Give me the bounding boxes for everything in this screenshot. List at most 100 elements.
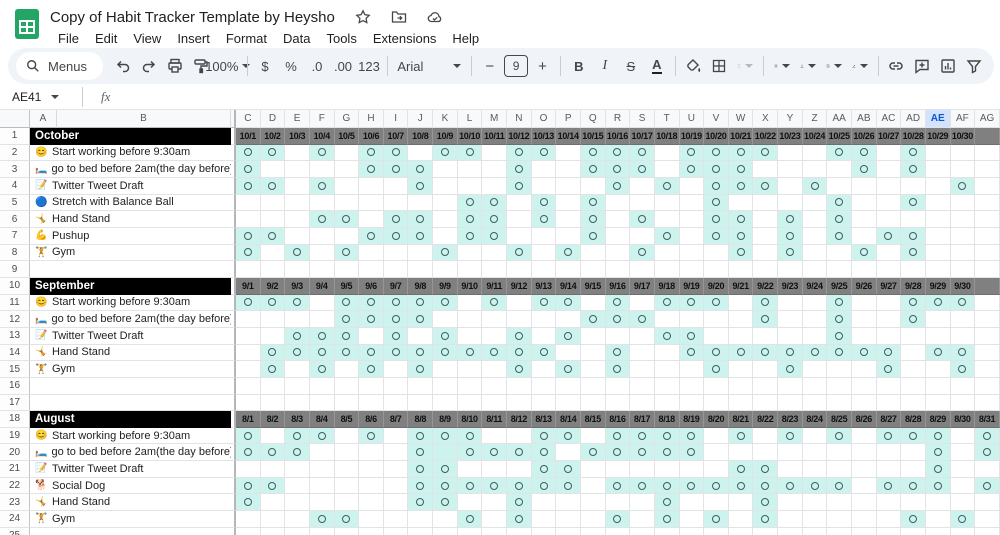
day-cell[interactable]	[778, 195, 803, 212]
day-cell[interactable]	[581, 295, 606, 312]
day-cell[interactable]	[803, 361, 828, 378]
day-cell[interactable]	[877, 145, 902, 162]
day-cell[interactable]	[951, 245, 976, 262]
habit-label-cell[interactable]: 🛏️go to bed before 2am(the day before)	[30, 161, 231, 178]
day-cell[interactable]	[606, 528, 631, 535]
day-cell[interactable]	[408, 345, 433, 362]
row-header-20[interactable]: 20	[0, 444, 30, 461]
day-cell[interactable]	[680, 328, 705, 345]
day-cell[interactable]	[532, 178, 557, 195]
date-cell[interactable]: 9/21	[729, 278, 754, 295]
day-cell[interactable]	[951, 228, 976, 245]
day-cell[interactable]	[630, 428, 655, 445]
day-cell[interactable]	[704, 395, 729, 412]
col-header-N[interactable]: N	[507, 110, 532, 128]
day-cell[interactable]	[680, 494, 705, 511]
day-cell[interactable]	[803, 228, 828, 245]
decrease-decimal-button[interactable]: .0	[305, 53, 329, 79]
day-cell[interactable]	[433, 261, 458, 278]
day-cell[interactable]	[975, 211, 1000, 228]
day-cell[interactable]	[630, 461, 655, 478]
col-header-Z[interactable]: Z	[803, 110, 828, 128]
date-cell[interactable]: 9/14	[556, 278, 581, 295]
day-cell[interactable]	[753, 211, 778, 228]
day-cell[interactable]	[975, 311, 1000, 328]
day-cell[interactable]	[507, 328, 532, 345]
day-cell[interactable]	[975, 245, 1000, 262]
habit-label-cell[interactable]: 📝Twitter Tweet Draft	[30, 178, 231, 195]
day-cell[interactable]	[433, 395, 458, 412]
day-cell[interactable]	[852, 145, 877, 162]
day-cell[interactable]	[532, 345, 557, 362]
date-cell[interactable]: 9/5	[335, 278, 360, 295]
day-cell[interactable]	[852, 311, 877, 328]
date-cell[interactable]: 8/5	[335, 411, 360, 428]
day-cell[interactable]	[581, 211, 606, 228]
date-cell[interactable]: 8/30	[951, 411, 976, 428]
day-cell[interactable]	[458, 345, 483, 362]
day-cell[interactable]	[827, 494, 852, 511]
row-header-13[interactable]: 13	[0, 328, 30, 345]
more-formats-button[interactable]: 123	[357, 53, 381, 79]
day-cell[interactable]	[827, 361, 852, 378]
menu-edit[interactable]: Edit	[87, 29, 125, 48]
day-cell[interactable]	[901, 328, 926, 345]
day-cell[interactable]	[975, 528, 1000, 535]
day-cell[interactable]	[433, 478, 458, 495]
day-cell[interactable]	[852, 528, 877, 535]
day-cell[interactable]	[433, 311, 458, 328]
day-cell[interactable]	[606, 395, 631, 412]
day-cell[interactable]	[827, 178, 852, 195]
day-cell[interactable]	[433, 178, 458, 195]
day-cell[interactable]	[975, 228, 1000, 245]
day-cell[interactable]	[335, 494, 360, 511]
day-cell[interactable]	[704, 295, 729, 312]
day-cell[interactable]	[655, 145, 680, 162]
date-cell[interactable]: 8/15	[581, 411, 606, 428]
date-cell[interactable]: 9/17	[630, 278, 655, 295]
day-cell[interactable]	[827, 211, 852, 228]
day-cell[interactable]	[852, 161, 877, 178]
day-cell[interactable]	[433, 444, 458, 461]
day-cell[interactable]	[606, 511, 631, 528]
day-cell[interactable]	[408, 211, 433, 228]
day-cell[interactable]	[852, 345, 877, 362]
day-cell[interactable]	[581, 178, 606, 195]
day-cell[interactable]	[556, 228, 581, 245]
day-cell[interactable]	[581, 311, 606, 328]
day-cell[interactable]	[507, 395, 532, 412]
day-cell[interactable]	[335, 345, 360, 362]
day-cell[interactable]	[236, 461, 261, 478]
date-cell[interactable]: 9/18	[655, 278, 680, 295]
day-cell[interactable]	[680, 378, 705, 395]
day-cell[interactable]	[753, 228, 778, 245]
day-cell[interactable]	[729, 428, 754, 445]
day-cell[interactable]	[680, 211, 705, 228]
day-cell[interactable]	[359, 261, 384, 278]
day-cell[interactable]	[877, 161, 902, 178]
day-cell[interactable]	[458, 444, 483, 461]
day-cell[interactable]	[236, 511, 261, 528]
row-header-8[interactable]: 8	[0, 245, 30, 262]
day-cell[interactable]	[655, 395, 680, 412]
day-cell[interactable]	[630, 511, 655, 528]
date-cell[interactable]: 8/19	[680, 411, 705, 428]
day-cell[interactable]	[606, 345, 631, 362]
day-cell[interactable]	[458, 511, 483, 528]
date-cell[interactable]: 10/4	[310, 128, 335, 145]
vertical-align-button[interactable]	[796, 53, 820, 79]
day-cell[interactable]	[408, 378, 433, 395]
day-cell[interactable]	[335, 145, 360, 162]
day-cell[interactable]	[778, 528, 803, 535]
day-cell[interactable]	[704, 345, 729, 362]
day-cell[interactable]	[877, 395, 902, 412]
day-cell[interactable]	[753, 145, 778, 162]
day-cell[interactable]	[901, 478, 926, 495]
day-cell[interactable]	[310, 145, 335, 162]
day-cell[interactable]	[901, 161, 926, 178]
font-select[interactable]: Arial	[393, 53, 465, 79]
day-cell[interactable]	[532, 478, 557, 495]
day-cell[interactable]	[753, 444, 778, 461]
day-cell[interactable]	[901, 345, 926, 362]
date-cell[interactable]: 9/27	[877, 278, 902, 295]
